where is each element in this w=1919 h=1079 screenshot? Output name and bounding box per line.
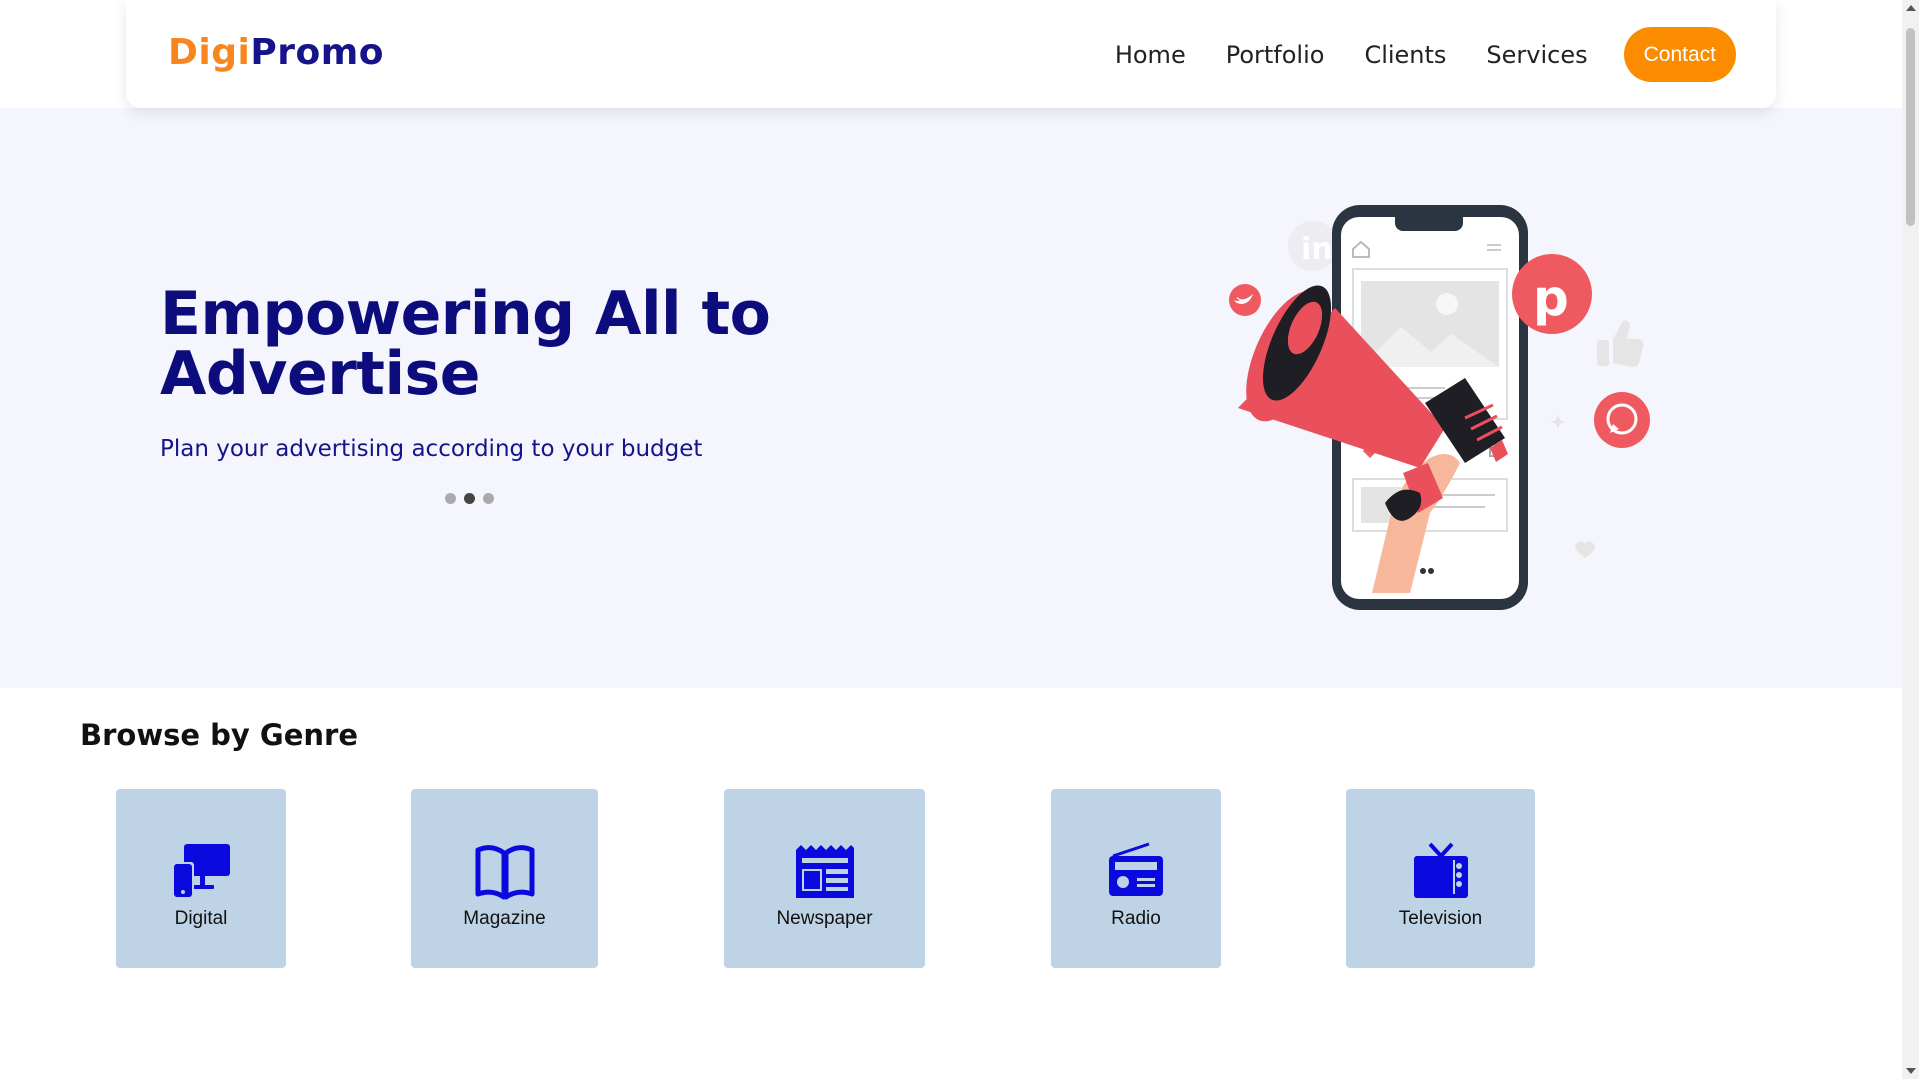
page: DigiPromo Home Portfolio Clients Service… [0, 0, 1902, 1079]
logo[interactable]: DigiPromo [168, 32, 384, 73]
browse-title: Browse by Genre [80, 718, 358, 752]
contact-button[interactable]: Contact [1623, 27, 1736, 82]
book-icon [475, 844, 534, 899]
megaphone-phone-illustration: in p [1229, 205, 1650, 610]
carousel-dot-2[interactable] [464, 493, 475, 504]
whatsapp-icon [1594, 392, 1650, 448]
scroll-down-arrow[interactable] [1906, 1068, 1916, 1074]
genre-card-television[interactable]: Television [1346, 789, 1535, 968]
genre-card-magazine[interactable]: Magazine [411, 789, 598, 968]
tv-icon [1413, 842, 1468, 898]
genre-label-radio: Radio [1111, 907, 1161, 929]
thumbs-up-icon [1597, 320, 1644, 367]
genre-label-digital: Digital [174, 907, 228, 929]
genre-label-newspaper: Newspaper [776, 907, 873, 929]
nav-clients[interactable]: Clients [1364, 41, 1446, 69]
carousel-dot-3[interactable] [483, 493, 494, 504]
site-header: DigiPromo Home Portfolio Clients Service… [126, 0, 1776, 108]
carousel-dots [445, 493, 502, 504]
logo-promo: Promo [250, 32, 384, 73]
genre-card-radio[interactable]: Radio [1051, 789, 1221, 968]
svg-text:in: in [1301, 232, 1333, 267]
main-nav: Home Portfolio Clients Services Contact [1075, 27, 1736, 82]
carousel-dot-1[interactable] [445, 493, 456, 504]
genre-card-newspaper[interactable]: Newspaper [724, 789, 925, 968]
svg-text:p: p [1533, 269, 1569, 327]
devices-icon [172, 843, 230, 898]
sparkle-shape [1551, 415, 1565, 429]
pinterest-icon: p [1512, 254, 1592, 334]
logo-digi: Digi [168, 32, 251, 73]
genre-label-magazine: Magazine [463, 907, 546, 929]
hero-title: Empowering All to Advertise [160, 279, 771, 409]
nav-portfolio[interactable]: Portfolio [1226, 41, 1325, 69]
vertical-scrollbar[interactable] [1902, 0, 1919, 1079]
scroll-thumb[interactable] [1906, 28, 1915, 226]
hero-subtitle: Plan your advertising according to your … [160, 436, 703, 462]
scroll-up-arrow[interactable] [1906, 5, 1916, 11]
nav-services[interactable]: Services [1486, 41, 1587, 69]
linkedin-icon: in [1288, 221, 1338, 271]
heart-icon [1575, 541, 1595, 558]
genre-card-digital[interactable]: Digital [116, 789, 286, 968]
nav-home[interactable]: Home [1115, 41, 1186, 69]
genre-label-television: Television [1398, 907, 1483, 929]
hero-section: Empowering All to Advertise Plan your ad… [0, 108, 1902, 688]
radio-icon [1109, 842, 1163, 896]
twitter-icon [1229, 284, 1261, 316]
newspaper-icon [795, 844, 854, 898]
